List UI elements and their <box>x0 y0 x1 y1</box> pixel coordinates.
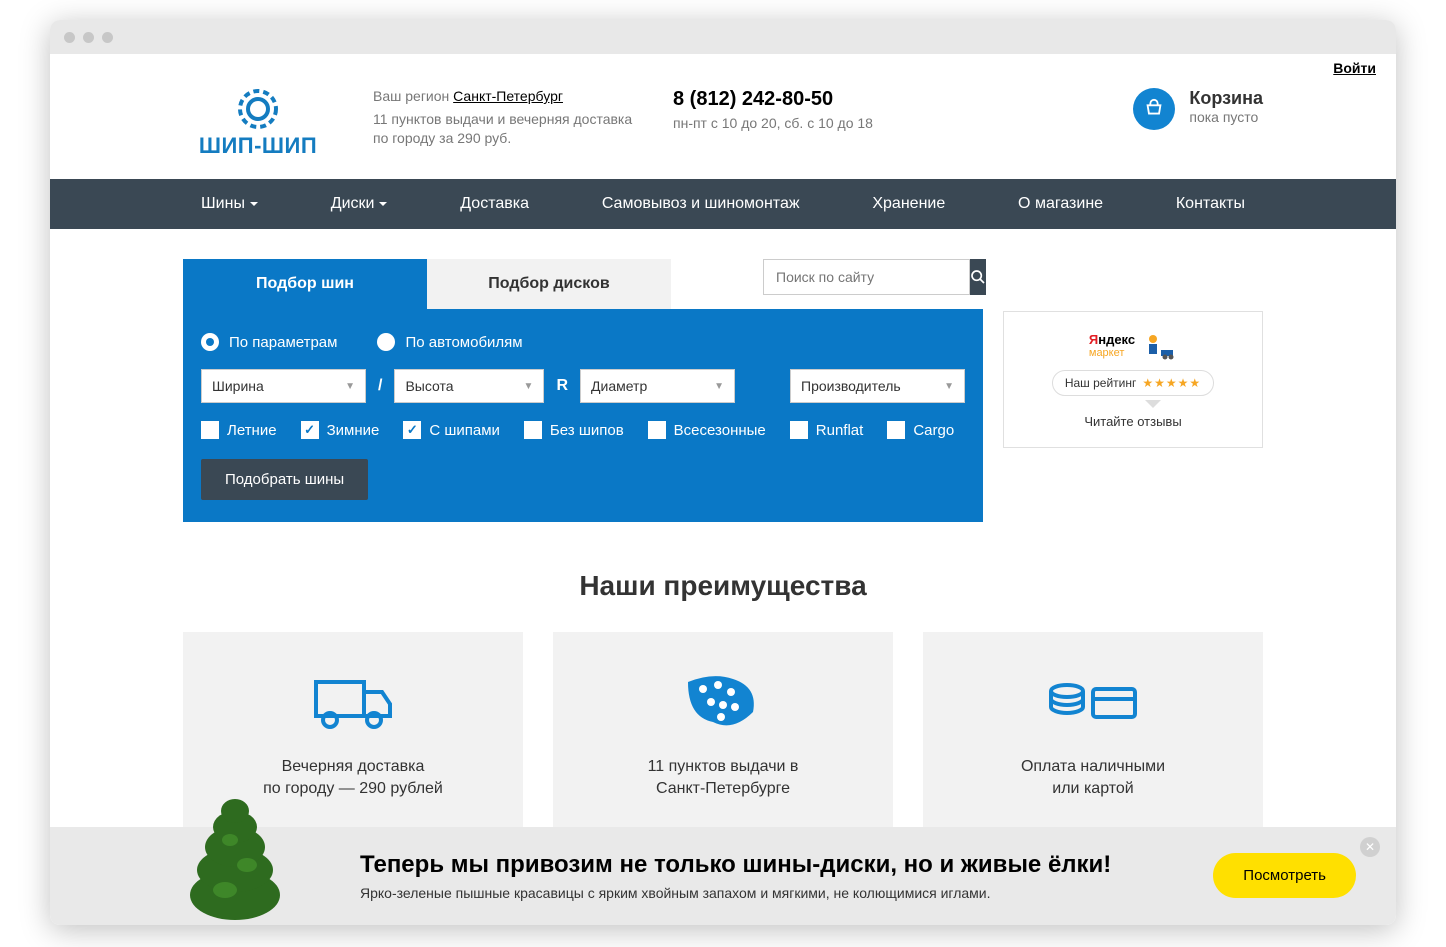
window-dot <box>83 32 94 43</box>
region-sub: 11 пунктов выдачи и вечерняя доставка по… <box>373 110 633 148</box>
separator: / <box>378 377 382 395</box>
chevron-down-icon <box>250 202 258 206</box>
map-pins-icon <box>573 662 873 742</box>
truck-icon <box>203 662 503 742</box>
tab-disk-picker[interactable]: Подбор дисков <box>427 259 671 309</box>
nav-tires[interactable]: Шины <box>183 179 276 229</box>
select-diameter[interactable]: Диаметр▼ <box>580 369 735 403</box>
brand-logo[interactable]: ШИП-ШИП <box>183 84 333 159</box>
cart-block[interactable]: Корзина пока пусто <box>1133 84 1263 130</box>
brand-name: ШИП-ШИП <box>183 133 333 159</box>
submit-button[interactable]: Подобрать шины <box>201 459 368 500</box>
checkbox-summer[interactable]: Летние <box>201 421 277 439</box>
cart-title: Корзина <box>1189 88 1263 109</box>
advantage-text: Санкт-Петербурге <box>573 778 873 800</box>
advantage-text: Оплата наличными <box>943 756 1243 778</box>
window-dot <box>64 32 75 43</box>
promo-banner: Теперь мы привозим не только шины-диски,… <box>50 827 1396 925</box>
checkbox-icon: ✓ <box>301 421 319 439</box>
chevron-down-icon: ▼ <box>524 381 534 392</box>
select-width[interactable]: Ширина▼ <box>201 369 366 403</box>
chevron-down-icon: ▼ <box>944 381 954 392</box>
region-city[interactable]: Санкт-Петербург <box>453 88 563 104</box>
chevron-down-icon: ▼ <box>714 381 724 392</box>
chevron-down-icon: ▼ <box>345 381 355 392</box>
checkbox-icon <box>201 421 219 439</box>
search-input[interactable] <box>763 259 970 295</box>
phone-hours: пн-пт с 10 до 20, сб. с 10 до 18 <box>673 115 933 131</box>
browser-chrome <box>50 20 1396 54</box>
banner-button[interactable]: Посмотреть <box>1213 853 1356 898</box>
christmas-tree-icon <box>170 795 300 925</box>
login-link[interactable]: Войти <box>1333 60 1376 76</box>
select-manufacturer[interactable]: Производитель▼ <box>790 369 965 403</box>
reviews-link[interactable]: Читайте отзывы <box>1014 414 1252 429</box>
yandex-logo-icon: Яндекс маркет <box>1089 332 1135 359</box>
radio-icon <box>377 333 395 351</box>
close-icon[interactable]: ✕ <box>1360 837 1380 857</box>
checkbox-icon: ✓ <box>403 421 421 439</box>
advantage-text: 11 пунктов выдачи в <box>573 756 873 778</box>
search-button[interactable] <box>970 259 986 295</box>
basket-icon <box>1133 88 1175 130</box>
advantages-title: Наши преимущества <box>183 570 1263 602</box>
advantage-payment: Оплата наличными или картой <box>923 632 1263 831</box>
nav-pickup[interactable]: Самовывоз и шиномонтаж <box>584 179 818 229</box>
phone-number[interactable]: 8 (812) 242-80-50 <box>673 88 933 111</box>
nav-storage[interactable]: Хранение <box>854 179 963 229</box>
nav-delivery[interactable]: Доставка <box>442 179 547 229</box>
advantage-text: или картой <box>943 778 1243 800</box>
bubble-tail <box>1145 400 1161 408</box>
yandex-rating-widget[interactable]: Яндекс маркет Наш рейтинг ★★★★★ Читайте … <box>1003 311 1263 448</box>
nav-about[interactable]: О магазине <box>1000 179 1121 229</box>
radio-by-params[interactable]: По параметрам <box>201 333 337 351</box>
advantage-pickup: 11 пунктов выдачи в Санкт-Петербурге <box>553 632 893 831</box>
nav-contacts[interactable]: Контакты <box>1158 179 1263 229</box>
window-dot <box>102 32 113 43</box>
rating-value: Наш рейтинг ★★★★★ <box>1052 370 1214 396</box>
advantage-text: Вечерняя доставка <box>203 756 503 778</box>
checkbox-runflat[interactable]: Runflat <box>790 421 864 439</box>
banner-subtitle: Ярко-зеленые пышные красавицы с ярким хв… <box>360 885 1213 901</box>
region-label: Ваш регион Санкт-Петербург <box>373 88 633 104</box>
checkbox-icon <box>524 421 542 439</box>
chevron-down-icon <box>379 202 387 206</box>
checkbox-nostuds[interactable]: Без шипов <box>524 421 624 439</box>
nav-disks[interactable]: Диски <box>313 179 406 229</box>
checkbox-icon <box>887 421 905 439</box>
tab-tire-picker[interactable]: Подбор шин <box>183 259 427 309</box>
checkbox-studs[interactable]: ✓С шипами <box>403 421 500 439</box>
checkbox-icon <box>648 421 666 439</box>
stars-icon: ★★★★★ <box>1142 376 1201 390</box>
banner-title: Теперь мы привозим не только шины-диски,… <box>360 851 1213 879</box>
payment-icon <box>943 662 1243 742</box>
radio-icon <box>201 333 219 351</box>
separator: R <box>556 377 568 395</box>
checkbox-cargo[interactable]: Cargo <box>887 421 954 439</box>
checkbox-icon <box>790 421 808 439</box>
search-icon <box>970 269 986 285</box>
checkbox-allseason[interactable]: Всесезонные <box>648 421 766 439</box>
checkbox-winter[interactable]: ✓Зимние <box>301 421 380 439</box>
courier-icon <box>1143 330 1177 360</box>
radio-by-car[interactable]: По автомобилям <box>377 333 522 351</box>
select-height[interactable]: Высота▼ <box>394 369 544 403</box>
cart-status: пока пусто <box>1189 109 1263 125</box>
gear-icon <box>183 84 333 134</box>
